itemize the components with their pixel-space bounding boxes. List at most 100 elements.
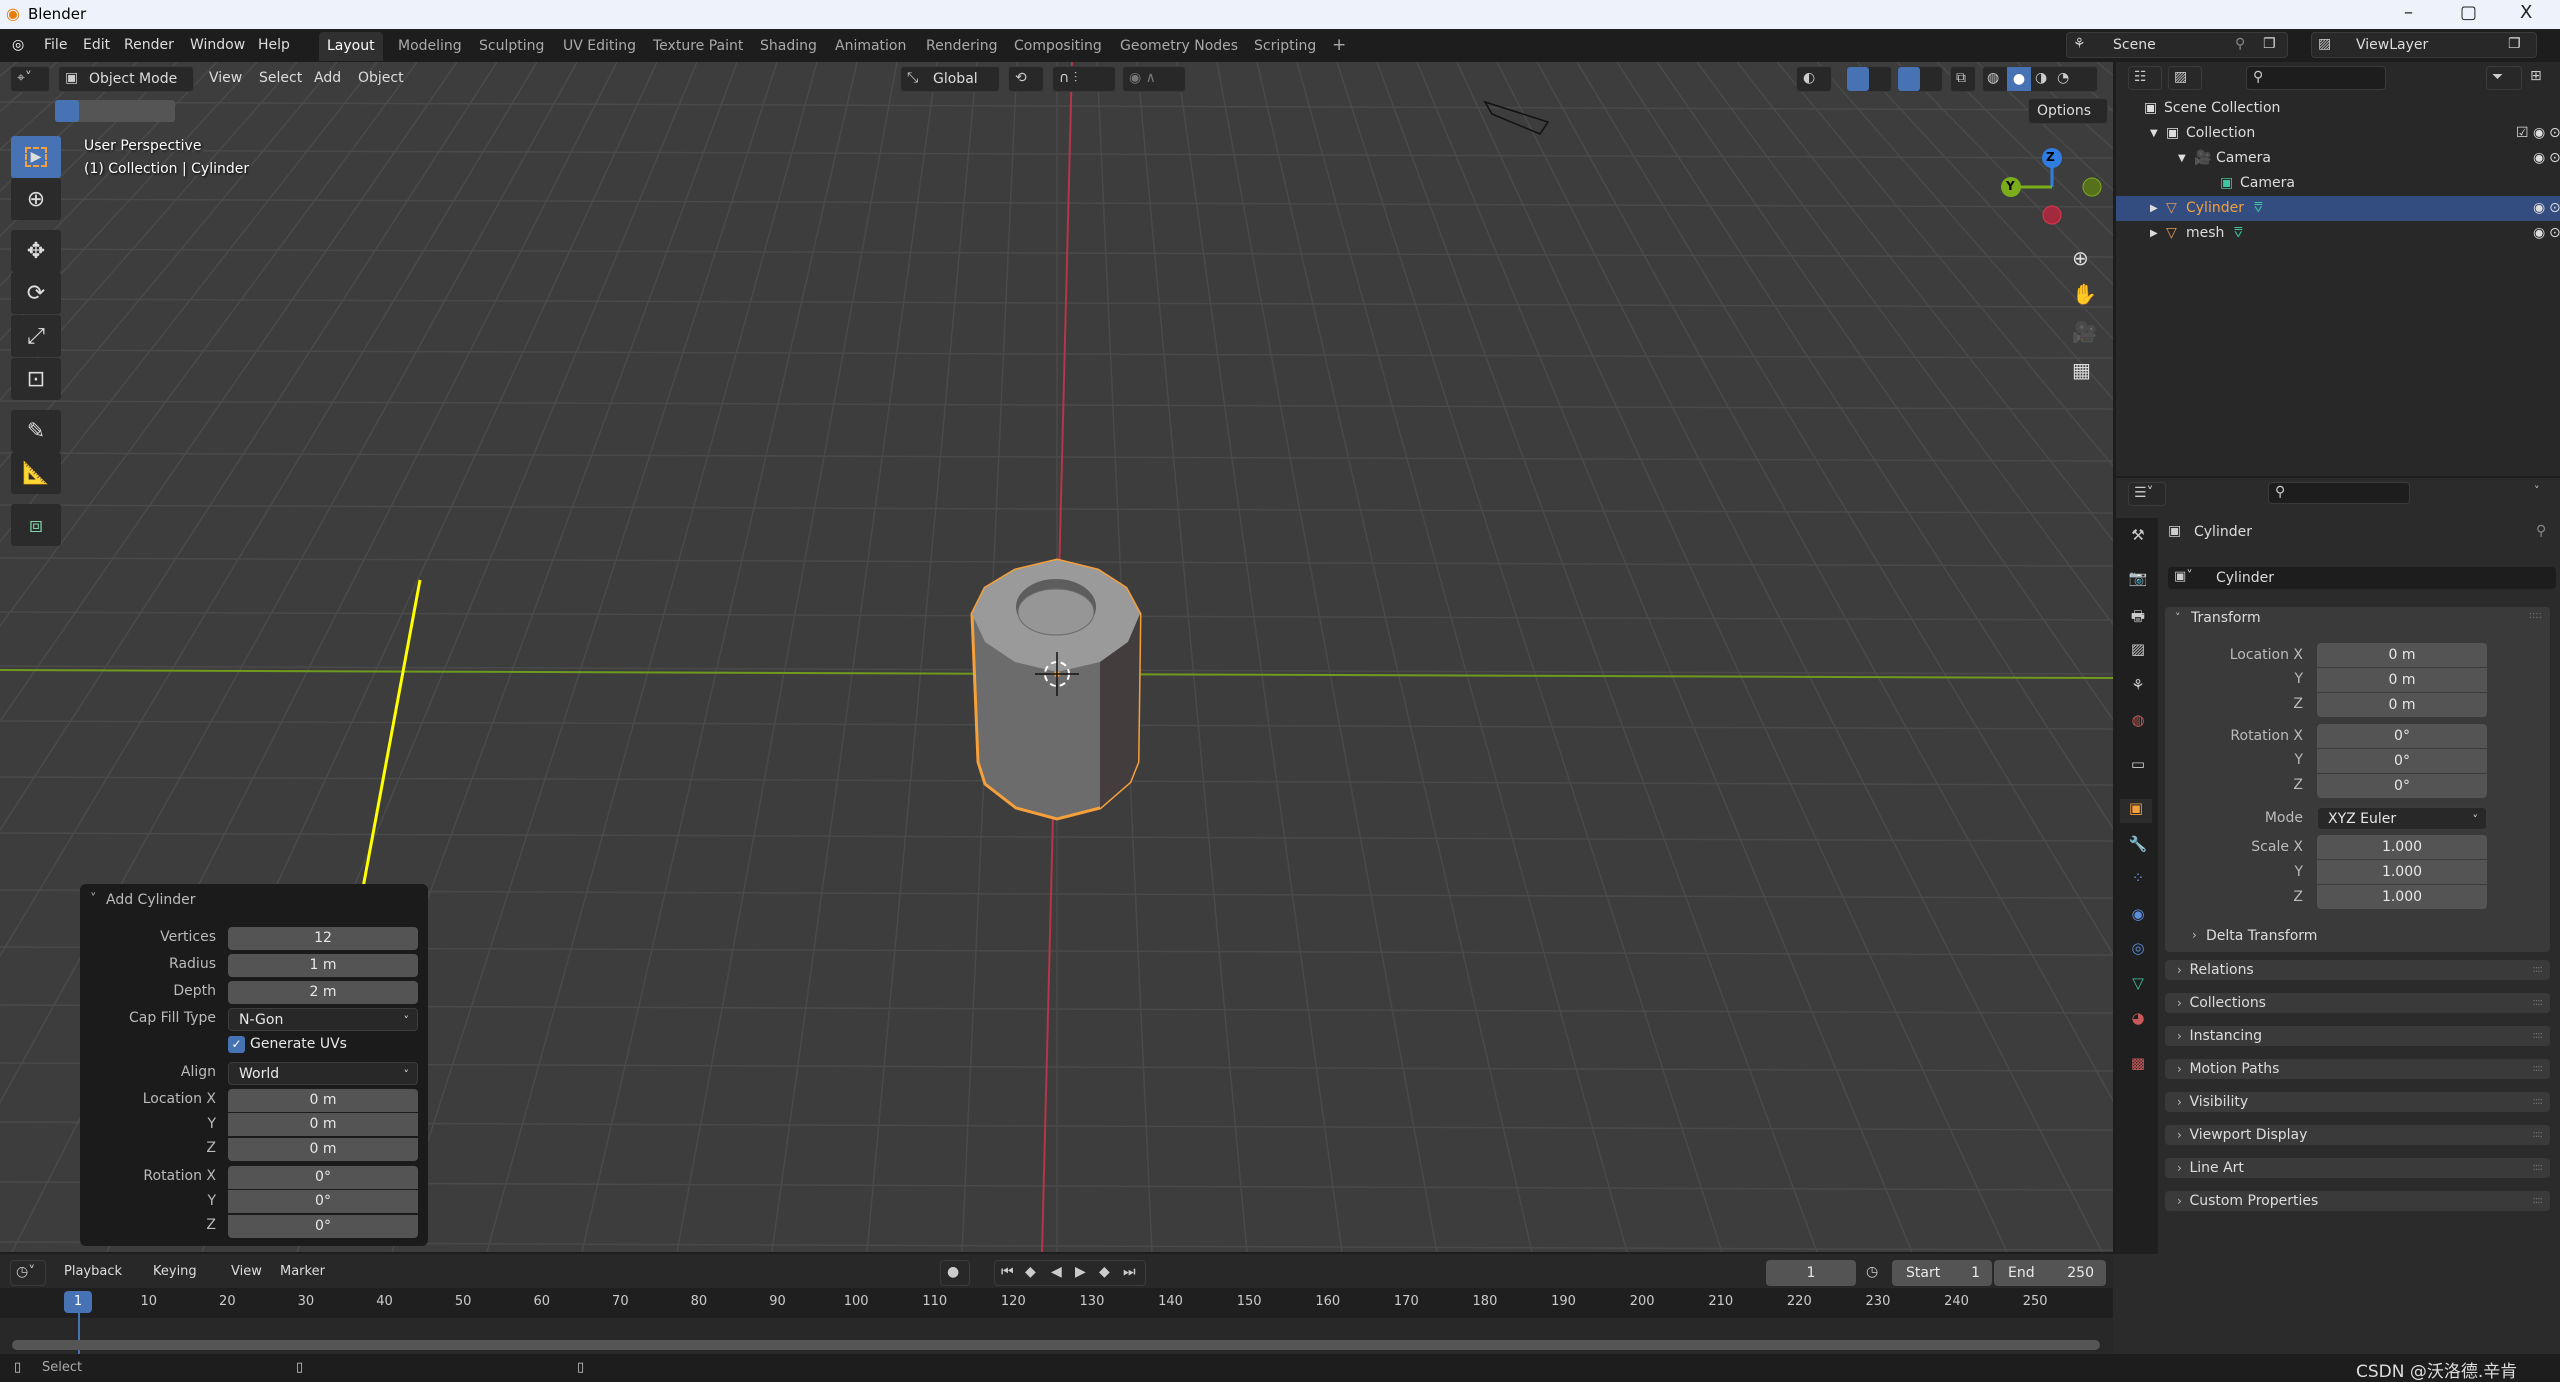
maximize-button[interactable]: ▢	[2460, 2, 2477, 23]
prop-rotation-z-field[interactable]: 0°	[2317, 774, 2487, 798]
minimize-button[interactable]: –	[2404, 2, 2413, 23]
collapse-chevron-icon[interactable]: ˅	[90, 892, 97, 907]
drag-grip-icon[interactable]: ::::	[2533, 1158, 2544, 1178]
transform-header[interactable]: Transform	[2191, 610, 2261, 626]
drag-grip-icon[interactable]: ::::	[2533, 1125, 2544, 1145]
snap-button[interactable]: ∩ ⫶	[1052, 66, 1116, 92]
add-cube-tool[interactable]: ⧈	[11, 504, 61, 546]
play-icon[interactable]: ▶	[1075, 1264, 1086, 1280]
expand-arrow-icon[interactable]: ▼	[2178, 146, 2186, 171]
outliner-editor-type[interactable]: ☷	[2128, 66, 2162, 90]
ortho-grid-icon[interactable]: ▦	[2072, 358, 2091, 382]
drag-grip-icon[interactable]: ::::	[2533, 993, 2544, 1013]
timeline-menu-keying[interactable]: Keying	[153, 1264, 197, 1279]
properties-search-input[interactable]: ⚲	[2268, 482, 2410, 504]
menu-edit[interactable]: Edit	[83, 37, 110, 53]
display-mode-dropdown[interactable]: ▨	[2168, 66, 2202, 90]
selection-mode-buttons[interactable]	[55, 100, 175, 122]
pin-icon[interactable]: ⚲	[2536, 523, 2546, 539]
timeline-editor-type[interactable]: ◷˅	[10, 1260, 46, 1286]
tab-shading[interactable]: Shading	[752, 32, 825, 61]
eye-icon[interactable]: ◉	[2533, 146, 2545, 171]
prop-scale-x-field[interactable]: 1.000	[2317, 835, 2487, 859]
material-tab-icon[interactable]: ◕	[2126, 1009, 2150, 1033]
blender-menu-icon[interactable]: ◎	[12, 37, 24, 53]
timeline-menu-playback[interactable]: Playback	[64, 1264, 122, 1279]
object-name-input[interactable]: Cylinder	[2216, 567, 2274, 589]
expand-arrow-icon[interactable]: ▶	[2150, 221, 2158, 246]
expand-arrow-icon[interactable]: ▼	[2150, 121, 2158, 146]
drag-grip-icon[interactable]: ::::	[2533, 960, 2544, 980]
camera-render-icon[interactable]: ⊙	[2549, 221, 2560, 246]
location-y-field[interactable]: 0 m	[228, 1113, 418, 1136]
camera-render-icon[interactable]: ⊙	[2549, 121, 2560, 146]
timeline-menu-view[interactable]: View	[231, 1264, 262, 1279]
orientation-dropdown[interactable]: ⤡ Global	[900, 66, 1000, 92]
next-keyframe-icon[interactable]: ◆	[1099, 1264, 1110, 1280]
shading-buttons[interactable]: ◍ ● ◑ ◔	[1982, 66, 2098, 92]
start-frame-field[interactable]: Start 1	[1892, 1260, 1992, 1286]
playback-controls[interactable]: ⏮ ◆ ◀ ▶ ◆ ⏭	[994, 1260, 1146, 1286]
scene-selector[interactable]: ⚘ Scene ⚲ ❐	[2066, 32, 2288, 58]
camera-view-icon[interactable]: 🎥	[2072, 320, 2097, 344]
tab-modeling[interactable]: Modeling	[390, 32, 470, 61]
material-preview-icon[interactable]: ◑	[2035, 70, 2047, 86]
chevron-down-icon[interactable]: ˅	[2534, 484, 2540, 497]
drag-grip-icon[interactable]: ::::	[2533, 1191, 2544, 1211]
constraints-icon[interactable]: ◎	[2126, 939, 2150, 963]
section-custom-properties[interactable]: › Custom Properties::::	[2165, 1191, 2550, 1211]
prop-location-y-field[interactable]: 0 m	[2317, 668, 2487, 692]
set-selection-icon[interactable]	[55, 100, 79, 122]
section-motion-paths[interactable]: › Motion Paths::::	[2165, 1059, 2550, 1079]
viewport-menu-select[interactable]: Select	[259, 70, 302, 86]
panel-title[interactable]: Add Cylinder	[106, 892, 196, 908]
horizontal-scrollbar[interactable]	[12, 1340, 2100, 1350]
play-reverse-icon[interactable]: ◀	[1051, 1264, 1062, 1280]
prop-rotation-x-field[interactable]: 0°	[2317, 724, 2487, 748]
scene-tab-icon[interactable]: ⚘	[2126, 676, 2150, 700]
auto-keying-button[interactable]: ●	[940, 1260, 970, 1286]
section-viewport-display[interactable]: › Viewport Display::::	[2165, 1125, 2550, 1145]
menu-help[interactable]: Help	[258, 37, 290, 53]
rotation-mode-dropdown[interactable]: XYZ Euler ˅	[2317, 807, 2487, 830]
tab-layout[interactable]: Layout	[319, 32, 383, 61]
tab-sculpting[interactable]: Sculpting	[471, 32, 552, 61]
rotation-x-field[interactable]: 0°	[228, 1166, 418, 1189]
tab-animation[interactable]: Animation	[827, 32, 914, 61]
gizmo-z-label[interactable]: Z	[2046, 150, 2055, 164]
eye-icon[interactable]: ◉	[2533, 221, 2545, 246]
generate-uvs-label[interactable]: Generate UVs	[250, 1036, 347, 1052]
gizmo-toggle[interactable]	[1846, 66, 1892, 92]
cap-fill-dropdown[interactable]: N-Gon ˅	[228, 1008, 418, 1031]
output-tab-icon[interactable]: 🖶	[2126, 606, 2150, 630]
jump-end-icon[interactable]: ⏭	[1123, 1264, 1136, 1280]
move-tool[interactable]: ✥	[11, 230, 61, 272]
modifier-wrench-icon[interactable]: 🔧	[2126, 835, 2150, 859]
select-box-tool[interactable]: ▶	[11, 136, 61, 178]
timeline-menu-marker[interactable]: Marker	[280, 1264, 325, 1279]
rotation-y-field[interactable]: 0°	[228, 1190, 418, 1213]
chevron-down-icon[interactable]: ˅	[2175, 611, 2181, 624]
camera-render-icon[interactable]: ⊙	[2549, 146, 2560, 171]
section-visibility[interactable]: › Visibility::::	[2165, 1092, 2550, 1112]
prop-scale-y-field[interactable]: 1.000	[2317, 860, 2487, 884]
tab-geometry-nodes[interactable]: Geometry Nodes	[1112, 32, 1246, 61]
section-instancing[interactable]: › Instancing::::	[2165, 1026, 2550, 1046]
texture-tab-icon[interactable]: ▩	[2126, 1054, 2150, 1078]
rotate-tool[interactable]: ⟳	[11, 272, 61, 314]
viewport-menu-object[interactable]: Object	[358, 70, 404, 86]
visibility-button[interactable]: ◐	[1796, 66, 1832, 92]
eye-icon[interactable]: ◉	[2533, 196, 2545, 221]
world-tab-icon[interactable]: ◍	[2126, 711, 2150, 735]
scale-tool[interactable]: ⤢	[11, 315, 61, 357]
prev-keyframe-icon[interactable]: ◆	[1025, 1264, 1036, 1280]
section-relations[interactable]: › Relations::::	[2165, 960, 2550, 980]
generate-uvs-checkbox[interactable]: ✓	[228, 1036, 245, 1053]
overlays-toggle[interactable]	[1897, 66, 1943, 92]
transform-tool[interactable]: ⊡	[11, 358, 61, 400]
align-dropdown[interactable]: World ˅	[228, 1062, 418, 1085]
wireframe-icon[interactable]: ◍	[1987, 70, 1999, 86]
3d-viewport[interactable]: Z Y ⌖˅ ▣ Object Mode View Select Add Obj…	[0, 62, 2113, 1252]
prop-scale-z-field[interactable]: 1.000	[2317, 885, 2487, 909]
tab-scripting[interactable]: Scripting	[1246, 32, 1324, 61]
